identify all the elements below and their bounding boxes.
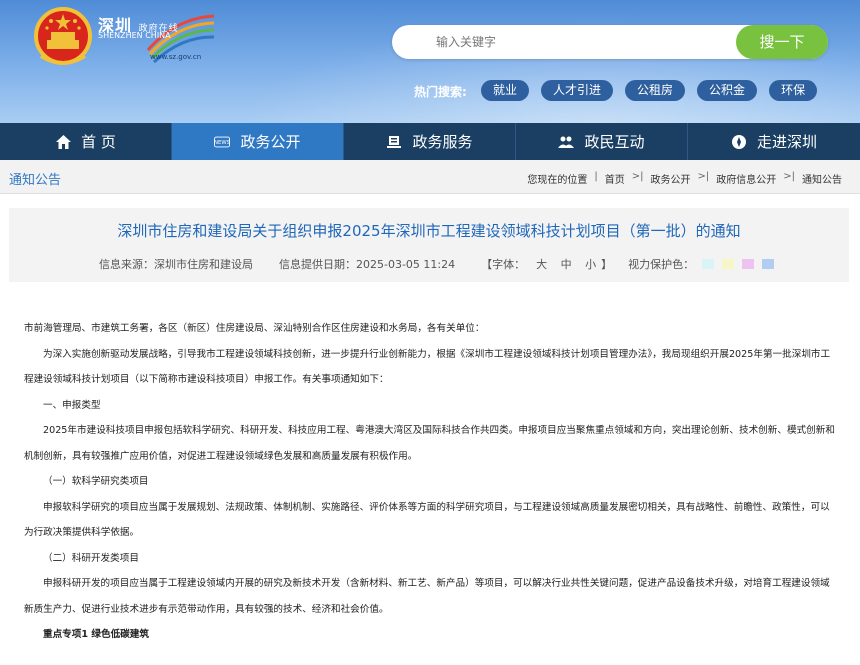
info-source: 信息来源：深圳市住房和建设局 <box>99 258 253 271</box>
breadcrumb-notices[interactable]: 通知公告 <box>802 171 842 186</box>
national-emblem-icon <box>34 7 92 65</box>
article-meta: 信息来源：深圳市住房和建设局 信息提供日期：2025-03-05 11:24 【… <box>99 256 775 272</box>
people-icon <box>558 134 575 150</box>
article-title: 深圳市住房和建设局关于组织申报2025年深圳市工程建设领域科技计划项目（第一批）… <box>117 222 741 240</box>
vision-color-cyan[interactable] <box>702 259 715 269</box>
service-icon <box>386 134 402 150</box>
vision-protect-label: 视力保护色： <box>628 258 695 271</box>
compass-icon <box>731 134 747 150</box>
logo-url: www.sz.gov.cn <box>150 53 202 61</box>
banner-glow <box>180 0 860 123</box>
hot-tag-housing-fund[interactable]: 公积金 <box>697 80 758 101</box>
breadcrumb-gov-affairs[interactable]: 政务公开 <box>651 171 691 186</box>
header-banner: 深圳 政府在线 SHENZHEN CHINA www.sz.gov.cn 搜一下… <box>0 0 860 123</box>
nav-about-shenzhen-label: 走进深圳 <box>756 133 817 151</box>
nav-gov-affairs[interactable]: NEWS 政务公开 <box>172 123 344 160</box>
font-size-options: 大 中 小 <box>531 256 601 272</box>
article-paragraph: 申报软科学研究的项目应当属于发展规划、法规政策、体制机制、实施路径、评价体系等方… <box>24 501 830 539</box>
svg-text:NEWS: NEWS <box>214 140 230 146</box>
info-date: 信息提供日期：2025-03-05 11:24 <box>279 258 456 271</box>
article-subheading: （一）软科学研究类项目 <box>43 476 149 487</box>
nav-gov-affairs-label: 政务公开 <box>240 133 301 151</box>
font-size-label: 【字体： <box>481 258 526 271</box>
font-size-small[interactable]: 小 <box>585 258 596 271</box>
nav-home-label: 首 页 <box>81 133 116 151</box>
search-input[interactable] <box>392 25 732 59</box>
font-size-medium[interactable]: 中 <box>561 258 572 271</box>
article-subheading: （二）科研开发类项目 <box>43 552 139 564</box>
nav-about-shenzhen[interactable]: 走进深圳 <box>688 123 860 160</box>
breadcrumb-gov-info[interactable]: 政府信息公开 <box>716 171 776 186</box>
hot-tag-talent[interactable]: 人才引进 <box>541 80 614 101</box>
nav-public-interaction-label: 政民互动 <box>584 133 645 151</box>
home-icon <box>55 134 71 150</box>
vision-color-pink[interactable] <box>742 259 755 269</box>
article-subheading: 重点专项1 绿色低碳建筑 <box>43 629 149 640</box>
article-body: 市前海管理局、市建筑工务署，各区（新区）住房建设局、深汕特别合作区住房建设和水务… <box>24 316 836 648</box>
breadcrumb-separator: >| <box>697 171 710 182</box>
font-size-end: 】 <box>601 258 613 271</box>
nav-public-interaction[interactable]: 政民互动 <box>516 123 688 160</box>
hot-tag-environment[interactable]: 环保 <box>769 80 818 101</box>
hot-search-tags: 就业 人才引进 公租房 公积金 环保 <box>481 80 818 101</box>
news-icon: NEWS <box>214 134 231 150</box>
search-box: 搜一下 <box>392 25 828 59</box>
breadcrumb-home[interactable]: 首页 <box>605 171 625 186</box>
breadcrumb-bar: 通知公告 您现在的位置 | 首页 >| 政务公开 >| 政府信息公开 >| 通知… <box>0 160 860 194</box>
article-header: 深圳市住房和建设局关于组织申报2025年深圳市工程建设领域科技计划项目（第一批）… <box>9 208 849 282</box>
article-heading: 一、申报类型 <box>43 399 101 411</box>
article-paragraph: 市前海管理局、市建筑工务署，各区（新区）住房建设局、深汕特别合作区住房建设和水务… <box>24 323 485 334</box>
search-button[interactable]: 搜一下 <box>736 25 828 59</box>
article-paragraph: 2025年市建设科技项目申报包括软科学研究、科研开发、科技应用工程、粤港澳大湾区… <box>24 425 835 462</box>
breadcrumb-separator: >| <box>631 171 644 182</box>
main-nav: 首 页 NEWS 政务公开 政务服务 政民互动 走进深圳 <box>0 123 860 160</box>
nav-home[interactable]: 首 页 <box>0 123 172 160</box>
article-paragraph: 为深入实施创新驱动发展战略，引导我市工程建设领域科技创新，进一步提升行业创新能力… <box>24 348 831 386</box>
logo-english: SHENZHEN CHINA <box>98 31 171 40</box>
vision-color-yellow[interactable] <box>722 259 735 269</box>
hot-search-label: 热门搜索: <box>414 85 467 99</box>
font-size-large[interactable]: 大 <box>536 258 547 271</box>
breadcrumb-separator: >| <box>783 171 795 182</box>
breadcrumb-separator: | <box>594 171 598 182</box>
hot-tag-jobs[interactable]: 就业 <box>481 80 530 101</box>
vision-color-blue[interactable] <box>762 259 775 269</box>
breadcrumb-location-label: 您现在的位置 <box>527 175 588 186</box>
hot-tag-public-housing[interactable]: 公租房 <box>625 80 686 101</box>
nav-gov-service[interactable]: 政务服务 <box>344 123 516 160</box>
article-paragraph: 申报科研开发的项目应当属于工程建设领域内开展的研究及新技术开发（含新材料、新工艺… <box>24 578 830 615</box>
nav-gov-service-label: 政务服务 <box>412 133 473 151</box>
section-title: 通知公告 <box>9 173 62 188</box>
breadcrumb: 您现在的位置 | 首页 >| 政务公开 >| 政府信息公开 >| 通知公告 <box>527 171 842 186</box>
